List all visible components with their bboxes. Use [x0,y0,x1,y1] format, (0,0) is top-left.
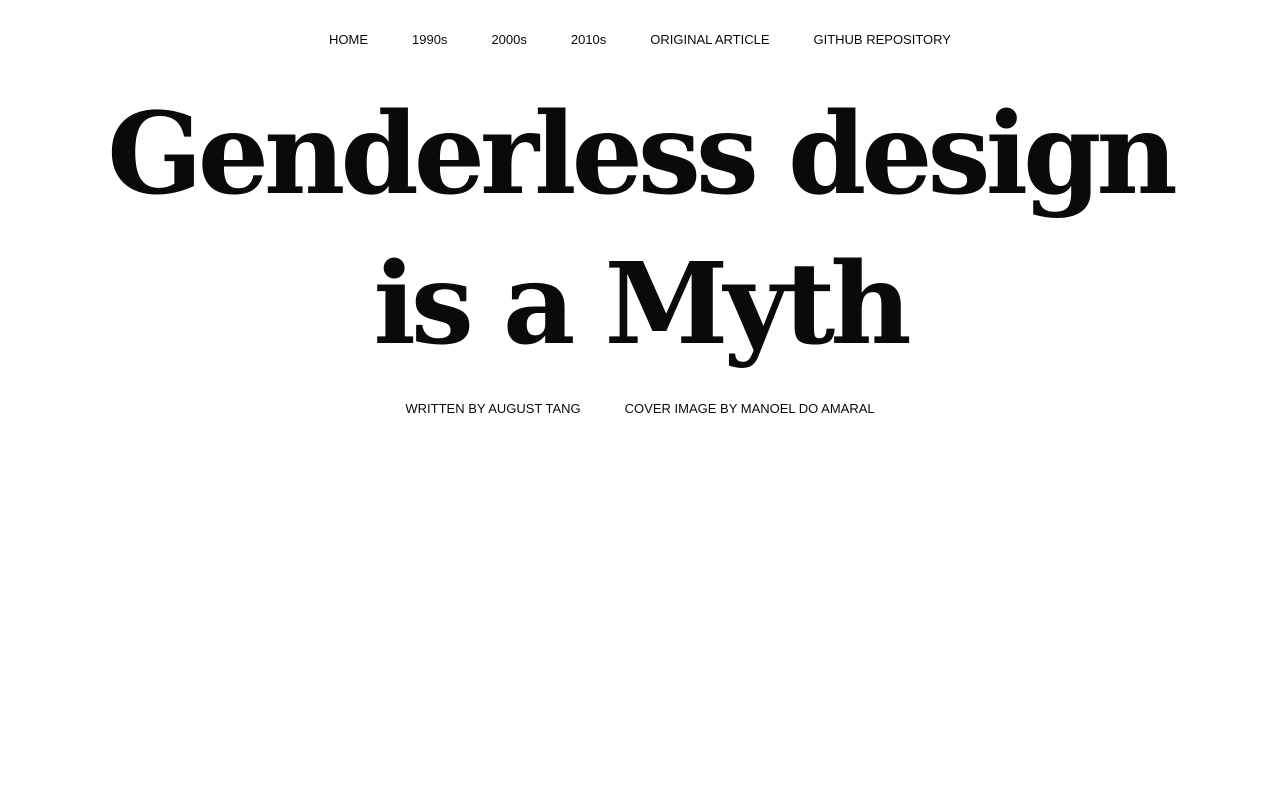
page-title: Genderless design is a Myth [107,89,1178,370]
nav-link-original-article[interactable]: ORIGINAL ARTICLE [650,32,769,48]
nav-link-home[interactable]: HOME [329,32,368,48]
nav-link-github-repository[interactable]: GITHUB REPOSITORY [813,32,951,48]
cover-image-credit: COVER IMAGE BY MANOEL DO AMARAL [624,401,875,416]
credits-line: WRITTEN BY AUGUST TANG COVER IMAGE BY MA… [0,401,1280,417]
nav-link-2010s[interactable]: 2010s [571,32,606,48]
nav-link-2000s[interactable]: 2000s [491,32,526,48]
top-navigation: HOME 1990s 2000s 2010s ORIGINAL ARTICLE … [0,32,1280,48]
author-credit: WRITTEN BY AUGUST TANG [405,401,581,416]
nav-link-1990s[interactable]: 1990s [412,32,447,48]
